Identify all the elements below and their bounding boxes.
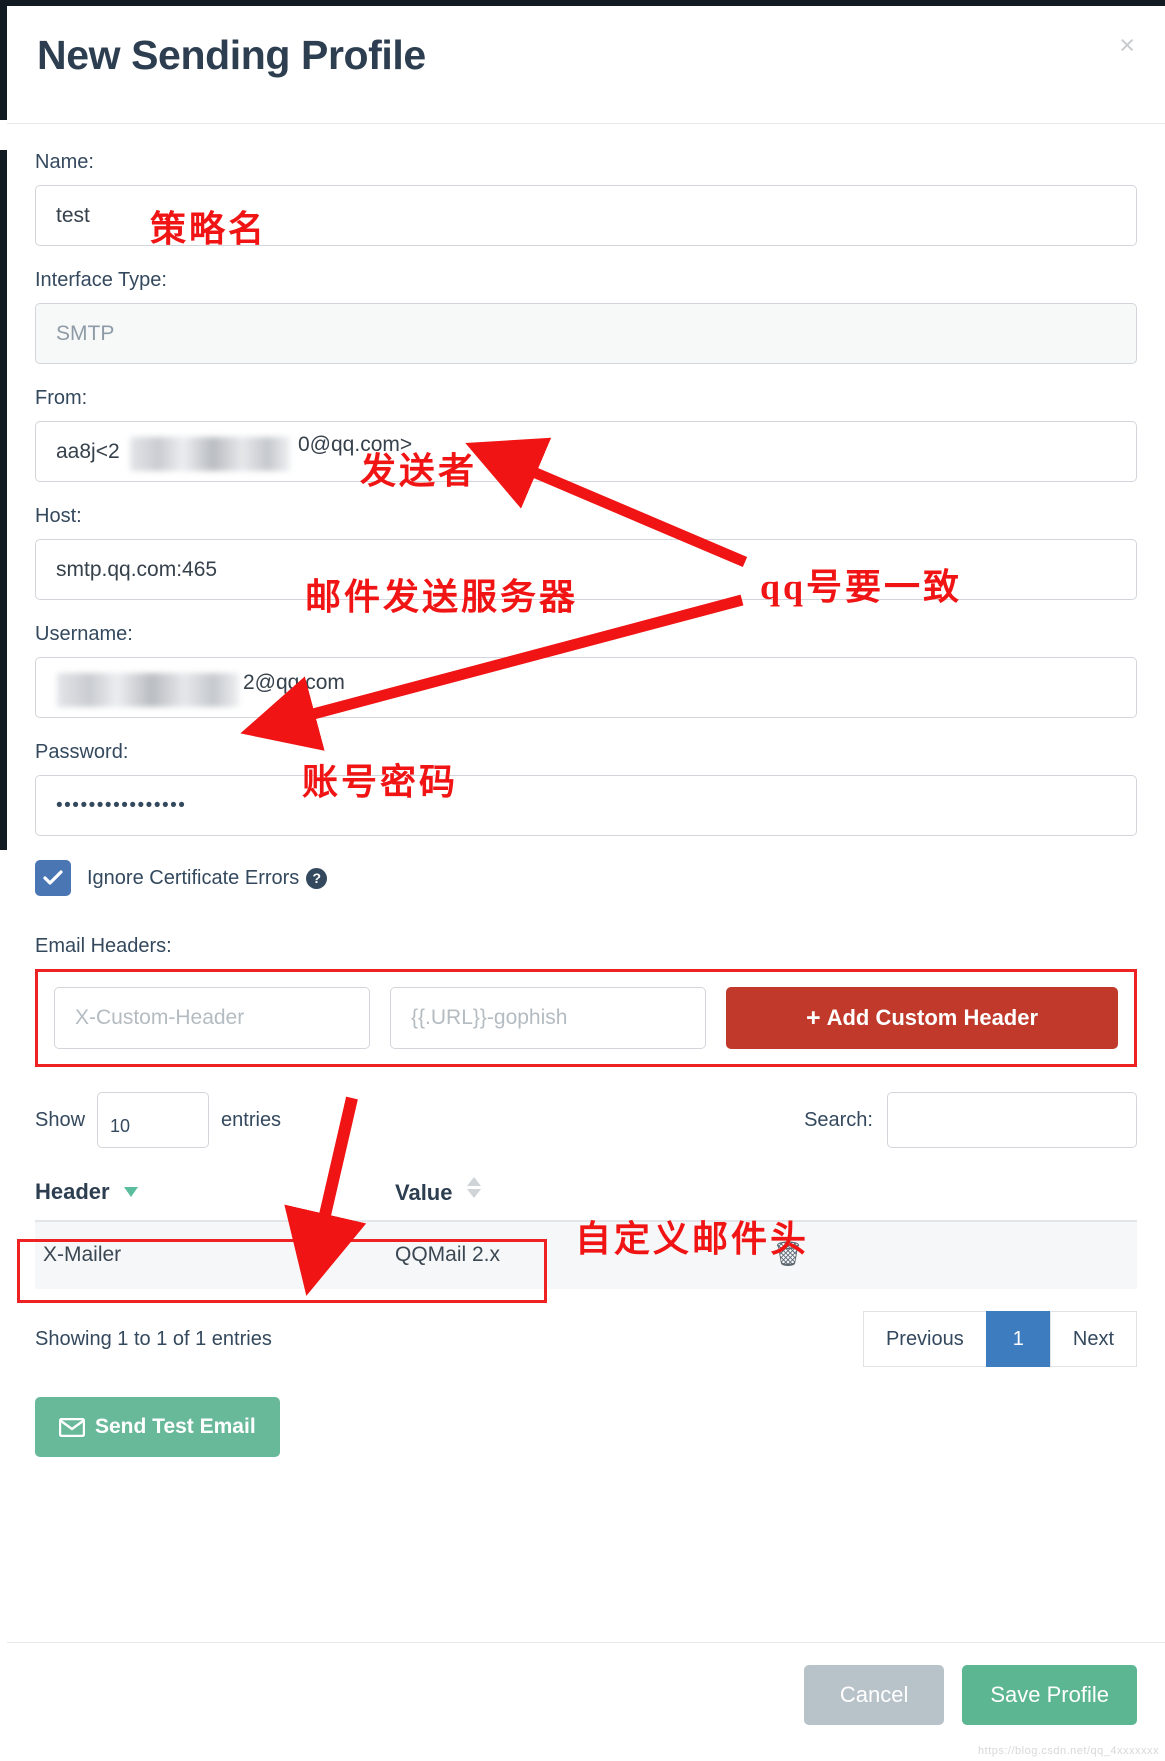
from-value-masked: 0@qq.com> bbox=[130, 433, 413, 471]
interface-type-label: Interface Type: bbox=[35, 269, 167, 291]
datatable-footer: Showing 1 to 1 of 1 entries Previous 1 N… bbox=[35, 1311, 1137, 1367]
sort-both-icon bbox=[466, 1177, 481, 1198]
page-length-select[interactable]: 10 bbox=[97, 1092, 210, 1148]
ignore-certificate-errors-checkbox[interactable] bbox=[35, 860, 71, 896]
entries-label: entries bbox=[221, 1108, 282, 1131]
username-blur-mask bbox=[57, 673, 239, 707]
ignore-cert-label-text: Ignore Certificate Errors bbox=[87, 866, 300, 889]
new-sending-profile-modal: New Sending Profile × Name: Interface Ty… bbox=[7, 6, 1165, 1761]
from-label: From: bbox=[35, 387, 88, 409]
pagination: Previous 1 Next bbox=[862, 1311, 1137, 1367]
password-label: Password: bbox=[35, 741, 129, 763]
page-title: New Sending Profile bbox=[37, 32, 426, 78]
cell-header: X-Mailer bbox=[35, 1221, 395, 1289]
name-input[interactable] bbox=[35, 185, 1137, 246]
column-header-actions bbox=[725, 1177, 1137, 1222]
pagination-previous[interactable]: Previous bbox=[862, 1311, 987, 1367]
modal-header: New Sending Profile × bbox=[7, 6, 1165, 124]
send-test-email-label: Send Test Email bbox=[95, 1415, 256, 1438]
ignore-cert-label: Ignore Certificate Errors? bbox=[87, 866, 328, 890]
show-label: Show bbox=[35, 1108, 86, 1131]
sort-desc-icon bbox=[123, 1186, 138, 1197]
cancel-button[interactable]: Cancel bbox=[803, 1665, 945, 1725]
page-length-control: Show 10 entries bbox=[35, 1092, 281, 1148]
table-header-row: Header Value bbox=[35, 1177, 1137, 1222]
password-input[interactable] bbox=[35, 775, 1137, 836]
plus-icon: + bbox=[805, 1003, 821, 1032]
headers-table-wrap: Header Value X-Mailer QQMail 2.x 🗑 bbox=[17, 1177, 1137, 1303]
send-test-email-button[interactable]: Send Test Email bbox=[35, 1397, 280, 1457]
page-left-edge-upper bbox=[0, 0, 7, 120]
headers-table: Header Value X-Mailer QQMail 2.x 🗑 bbox=[35, 1177, 1137, 1289]
username-label: Username: bbox=[35, 623, 133, 645]
interface-type-input bbox=[35, 303, 1137, 364]
help-icon[interactable]: ? bbox=[306, 867, 328, 889]
custom-header-key-input[interactable] bbox=[54, 987, 370, 1049]
table-info: Showing 1 to 1 of 1 entries bbox=[35, 1327, 272, 1350]
from-blur-mask bbox=[130, 437, 290, 471]
email-headers-label: Email Headers: bbox=[35, 935, 172, 957]
add-custom-header-button[interactable]: + Add Custom Header bbox=[726, 987, 1118, 1049]
search-control: Search: bbox=[804, 1092, 1137, 1148]
page-left-edge-lower bbox=[0, 150, 7, 850]
table-row[interactable]: X-Mailer QQMail 2.x 🗑 bbox=[35, 1221, 1137, 1289]
username-value-masked: 2@qq.com bbox=[57, 671, 345, 707]
datatable-controls: Show 10 entries Search: bbox=[35, 1089, 1137, 1151]
check-icon bbox=[43, 870, 63, 885]
cell-actions: 🗑 bbox=[725, 1221, 1137, 1289]
search-label: Search: bbox=[804, 1108, 873, 1131]
column-header-header[interactable]: Header bbox=[35, 1177, 395, 1222]
search-input[interactable] bbox=[887, 1092, 1137, 1148]
from-value-suffix: 0@qq.com> bbox=[298, 433, 413, 456]
close-icon[interactable]: × bbox=[1111, 28, 1143, 63]
ignore-cert-row: Ignore Certificate Errors? bbox=[35, 858, 1137, 898]
table-head: Header Value bbox=[35, 1177, 1137, 1222]
column-header-value[interactable]: Value bbox=[395, 1177, 725, 1222]
name-label: Name: bbox=[35, 151, 94, 173]
save-profile-button[interactable]: Save Profile bbox=[962, 1665, 1137, 1725]
add-custom-header-label: Add Custom Header bbox=[826, 1005, 1039, 1030]
column-header-header-label: Header bbox=[35, 1178, 110, 1204]
table-body: X-Mailer QQMail 2.x 🗑 bbox=[35, 1221, 1137, 1289]
custom-header-value-input[interactable] bbox=[390, 987, 706, 1049]
pagination-next[interactable]: Next bbox=[1049, 1311, 1137, 1367]
column-header-value-label: Value bbox=[395, 1180, 453, 1205]
username-value-suffix: 2@qq.com bbox=[243, 671, 345, 694]
trash-icon[interactable]: 🗑 bbox=[773, 1241, 803, 1268]
host-input[interactable] bbox=[35, 539, 1137, 600]
email-headers-box: + Add Custom Header bbox=[35, 969, 1137, 1067]
cell-value: QQMail 2.x bbox=[395, 1221, 725, 1289]
modal-footer: Cancel Save Profile bbox=[7, 1642, 1165, 1725]
pagination-page-1[interactable]: 1 bbox=[985, 1311, 1051, 1367]
host-label: Host: bbox=[35, 505, 82, 527]
envelope-icon bbox=[59, 1417, 85, 1437]
modal-body: Name: Interface Type: From: 0@qq.com> Ho… bbox=[7, 124, 1165, 1467]
